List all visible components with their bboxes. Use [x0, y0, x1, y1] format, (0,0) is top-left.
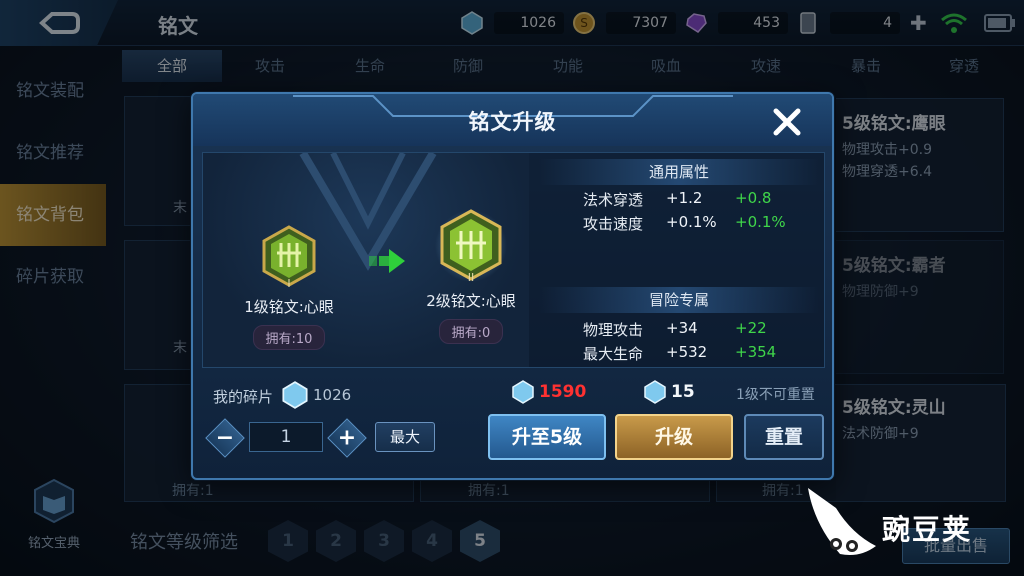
adventure-stats-header: 冒险专属 — [539, 287, 819, 313]
crystal-icon — [512, 380, 534, 404]
wandoujia-logo-icon — [808, 488, 876, 555]
next-rune-name: 2级铭文:心眼 — [426, 292, 516, 310]
crystal-icon — [644, 380, 666, 404]
current-rune: I 1级铭文:心眼 拥有:10 — [229, 225, 349, 350]
close-button[interactable] — [767, 102, 807, 142]
crystal-icon — [282, 381, 308, 409]
reset-button[interactable]: 重置 — [744, 414, 824, 460]
plus-icon: + — [337, 425, 357, 451]
max-button[interactable]: 最大 — [375, 422, 435, 452]
next-rune-owned: 拥有:0 — [438, 319, 504, 344]
my-shards-label: 我的碎片 — [213, 388, 274, 406]
stats-panel: 通用属性 法术穿透 +1.2 +0.8 攻击速度 +0.1% +0.1% 冒险专… — [533, 153, 823, 367]
rune-preview: I 1级铭文:心眼 拥有:10 II 2级铭文:心眼 拥有:0 — [203, 153, 529, 367]
cost-upgrade-to-max: 1590 — [511, 380, 586, 404]
stat-row: 物理攻击 +34 +22 — [582, 319, 767, 339]
dialog-body: I 1级铭文:心眼 拥有:10 II 2级铭文:心眼 拥有:0 通用属性 法术穿… — [202, 152, 825, 368]
general-stats-header: 通用属性 — [539, 159, 819, 185]
current-rune-owned: 拥有:10 — [252, 325, 326, 350]
stat-row: 最大生命 +532 +354 — [582, 343, 777, 363]
watermark-text: 豌豆荚 — [882, 513, 973, 546]
minus-icon: − — [215, 425, 235, 451]
upgrade-button[interactable]: 升级 — [615, 414, 733, 460]
cost-upgrade-single: 15 — [643, 380, 695, 404]
increase-button[interactable]: + — [327, 418, 367, 458]
dialog-title: 铭文升级 — [468, 110, 557, 134]
next-rune: II 2级铭文:心眼 拥有:0 — [411, 205, 529, 344]
watermark: 豌豆荚 — [800, 484, 1010, 564]
upgrade-to-level5-button[interactable]: 升至5级 — [488, 414, 606, 460]
reset-note: 1级不可重置 — [736, 387, 815, 403]
my-shards-value: 1026 — [313, 386, 352, 404]
dialog-header: 铭文升级 — [193, 94, 832, 146]
current-rune-name: 1级铭文:心眼 — [244, 298, 334, 316]
arrow-right-icon — [369, 249, 405, 273]
quantity-input[interactable] — [249, 422, 323, 452]
stat-row: 攻击速度 +0.1% +0.1% — [582, 213, 786, 233]
rune-upgrade-dialog: 铭文升级 I 1级铭文:心眼 拥有:10 II 2级铭文:心眼 拥有:0 通用属… — [191, 92, 834, 480]
decrease-button[interactable]: − — [205, 418, 245, 458]
close-icon — [773, 108, 801, 136]
stat-row: 法术穿透 +1.2 +0.8 — [582, 189, 772, 209]
